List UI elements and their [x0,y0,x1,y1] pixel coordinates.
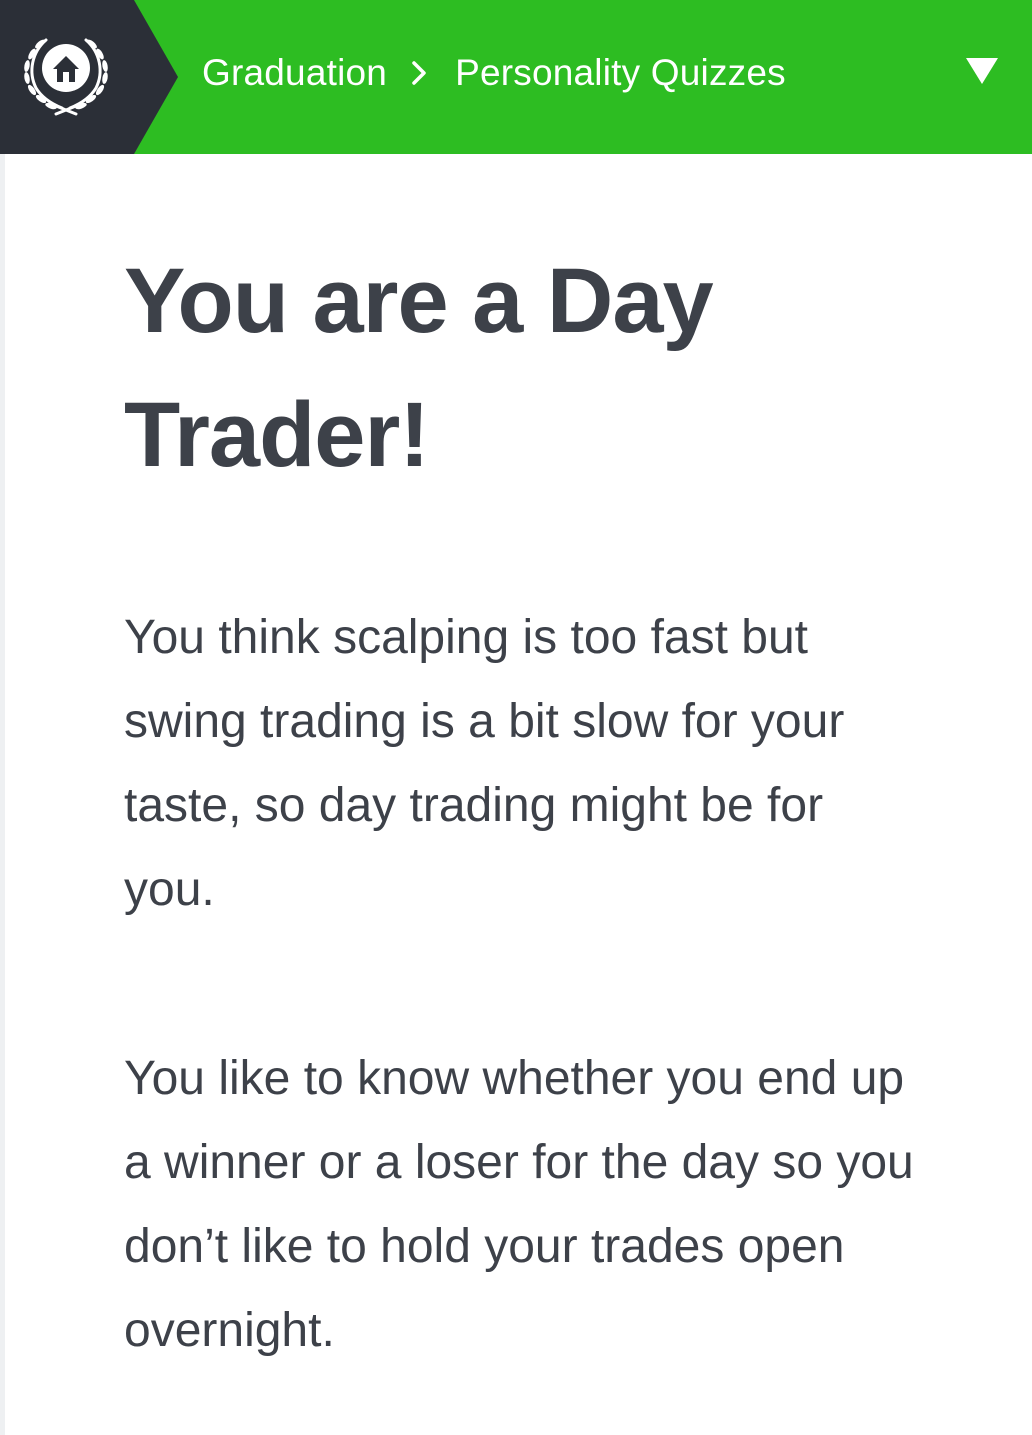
result-paragraph: You think scalping is too fast but swing… [124,611,845,916]
breadcrumb-personality-quizzes-link[interactable]: Personality Quizzes [455,52,786,94]
home-button[interactable] [0,0,178,154]
chevron-right-icon [409,50,431,96]
laurel-house-icon [24,38,108,116]
menu-dropdown-toggle[interactable] [960,54,1004,94]
top-navigation-bar: Graduation Personality Quizzes [0,0,1032,154]
result-title: You are a Day Trader! [124,250,714,486]
breadcrumb: Graduation Personality Quizzes [202,50,786,96]
result-paragraph: You like to know whether you end up a wi… [124,1052,914,1357]
breadcrumb-graduation-link[interactable]: Graduation [202,52,387,94]
page-left-border [0,154,5,1435]
triangle-down-icon [966,58,998,84]
